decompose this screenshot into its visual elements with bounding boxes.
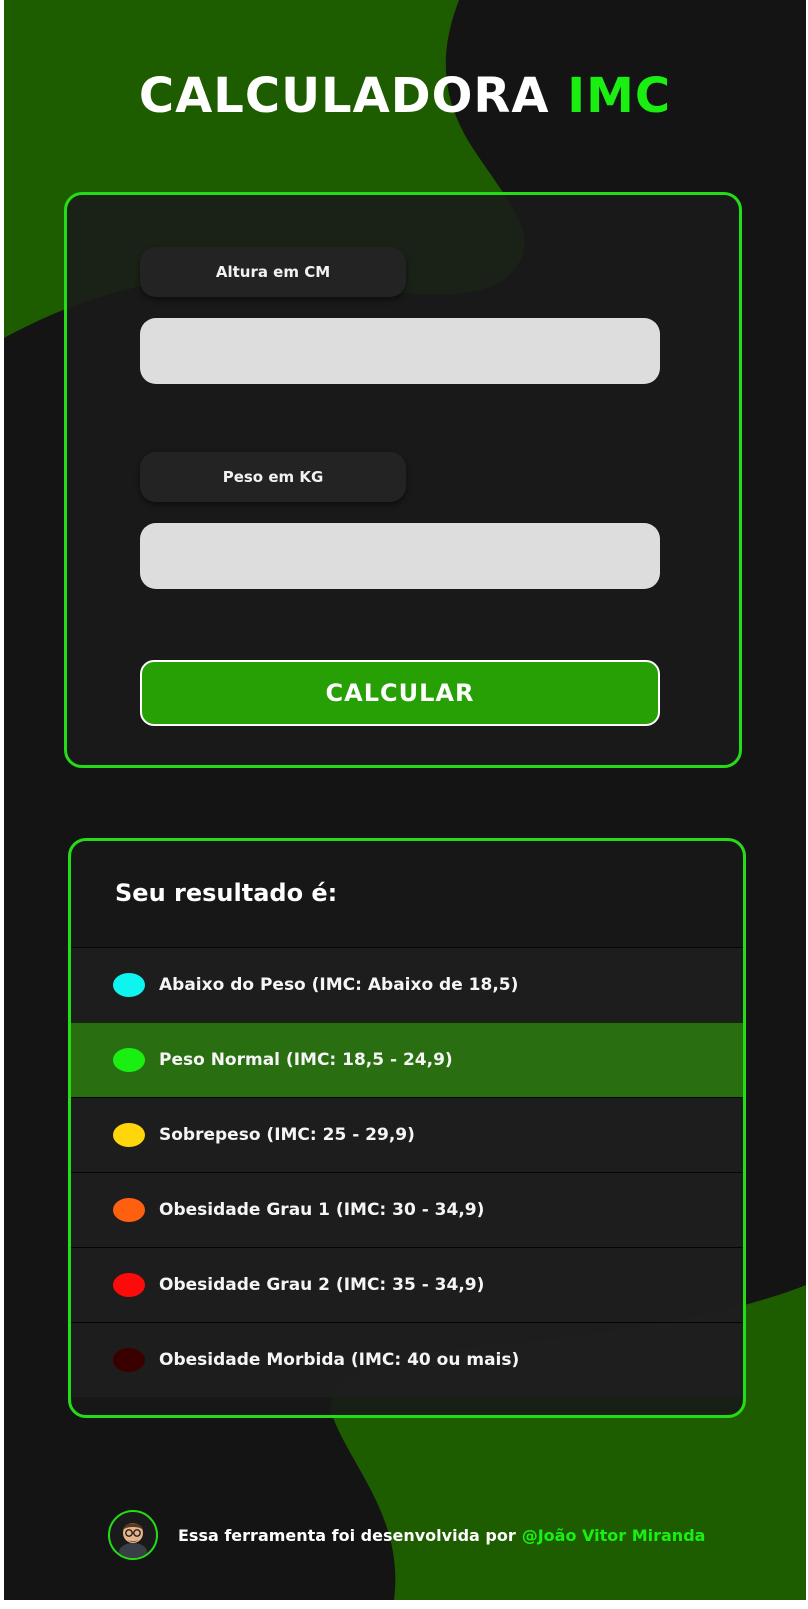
category-color-dot (113, 1198, 145, 1222)
weight-input[interactable] (140, 523, 660, 589)
category-color-dot (113, 1348, 145, 1372)
page: CALCULADORA IMC Altura em CM Peso em KG … (4, 0, 806, 1600)
height-input[interactable] (140, 318, 660, 384)
imc-category-row: Sobrepeso (IMC: 25 - 29,9) (71, 1097, 743, 1172)
height-label: Altura em CM (140, 247, 406, 297)
author-avatar (108, 1510, 158, 1560)
category-label: Sobrepeso (IMC: 25 - 29,9) (159, 1125, 415, 1145)
title-accent: IMC (567, 68, 672, 124)
category-label: Abaixo do Peso (IMC: Abaixo de 18,5) (159, 975, 519, 995)
calculate-button[interactable]: CALCULAR (140, 660, 660, 726)
imc-category-row: Abaixo do Peso (IMC: Abaixo de 18,5) (71, 947, 743, 1022)
page-title: CALCULADORA IMC (4, 68, 806, 124)
imc-category-row: Obesidade Grau 2 (IMC: 35 - 34,9) (71, 1247, 743, 1322)
avatar-icon (119, 1523, 147, 1558)
category-label: Obesidade Morbida (IMC: 40 ou mais) (159, 1350, 520, 1370)
imc-category-list: Abaixo do Peso (IMC: Abaixo de 18,5) Pes… (71, 947, 743, 1397)
category-color-dot (113, 1273, 145, 1297)
imc-form-card: Altura em CM Peso em KG CALCULAR (64, 192, 742, 768)
category-color-dot (113, 1048, 145, 1072)
imc-category-row: Obesidade Grau 1 (IMC: 30 - 34,9) (71, 1172, 743, 1247)
category-color-dot (113, 1123, 145, 1147)
result-title: Seu resultado é: (115, 879, 338, 907)
content: CALCULADORA IMC Altura em CM Peso em KG … (4, 0, 806, 1600)
imc-category-row: Obesidade Morbida (IMC: 40 ou mais) (71, 1322, 743, 1397)
title-main: CALCULADORA (138, 68, 550, 124)
imc-category-row: Peso Normal (IMC: 18,5 - 24,9) (71, 1022, 743, 1097)
author-link[interactable]: @João Vitor Miranda (522, 1526, 706, 1545)
footer-text: Essa ferramenta foi desenvolvida por (178, 1525, 516, 1545)
category-label: Obesidade Grau 1 (IMC: 30 - 34,9) (159, 1200, 485, 1220)
result-card: Seu resultado é: Abaixo do Peso (IMC: Ab… (68, 838, 746, 1418)
category-color-dot (113, 973, 145, 997)
footer: Essa ferramenta foi desenvolvida por @Jo… (108, 1510, 705, 1560)
category-label: Obesidade Grau 2 (IMC: 35 - 34,9) (159, 1275, 485, 1295)
category-label: Peso Normal (IMC: 18,5 - 24,9) (159, 1050, 453, 1070)
weight-label: Peso em KG (140, 452, 406, 502)
